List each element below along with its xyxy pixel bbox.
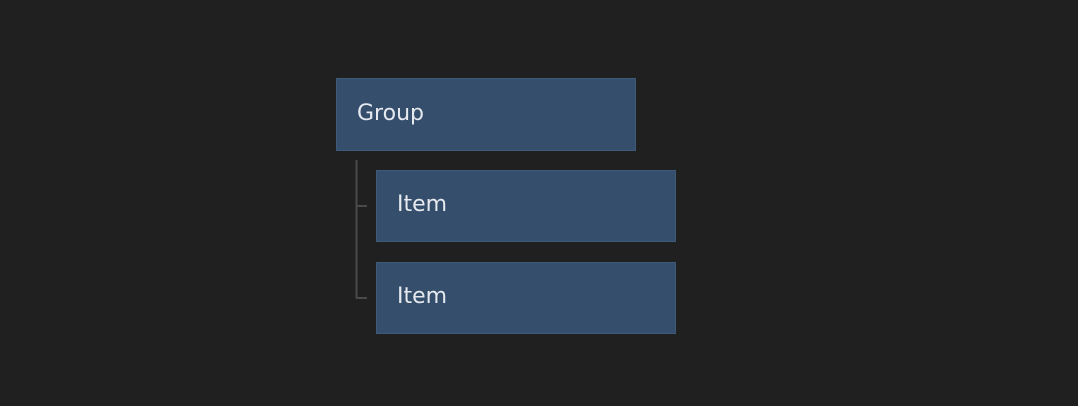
item-node[interactable]: Item (376, 170, 676, 242)
item-node[interactable]: Item (376, 262, 676, 334)
item-node-label: Item (397, 192, 448, 217)
tree-diagram: Group Item Item (0, 0, 1078, 406)
group-node-label: Group (357, 100, 424, 126)
group-node[interactable]: Group (336, 78, 636, 151)
item-node-label: Item (397, 284, 448, 309)
